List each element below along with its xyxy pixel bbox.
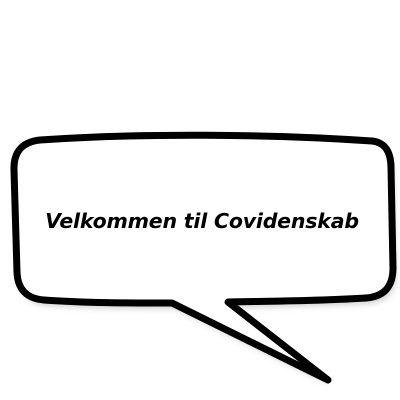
speech-bubble-shape xyxy=(10,131,397,386)
speech-bubble-message: Velkommen til Covidenskab xyxy=(45,209,359,233)
speech-bubble-outline xyxy=(10,131,397,384)
speech-bubble-canvas: Velkommen til Covidenskab xyxy=(0,0,400,400)
